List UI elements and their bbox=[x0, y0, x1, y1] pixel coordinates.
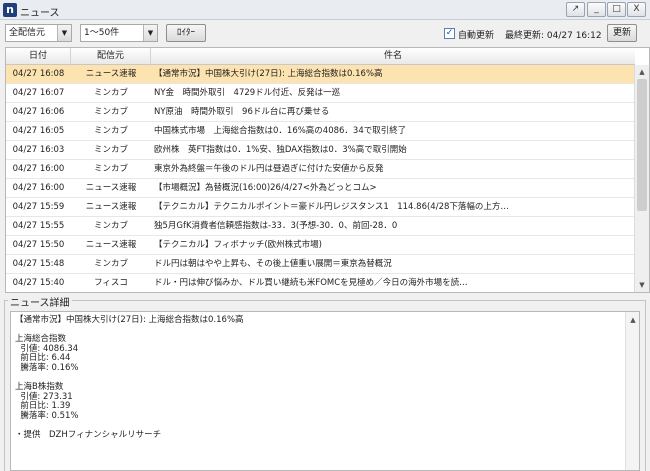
news-title: 東京外為終盤＝午後のドル円は昼過ぎに付けた安値から反発 bbox=[154, 164, 384, 174]
news-source: ニュース速報 bbox=[85, 240, 137, 250]
news-date: 04/27 15:50 bbox=[12, 240, 65, 250]
news-title: NY原油 時間外取引 96ドル台に再び乗せる bbox=[154, 107, 330, 117]
news-title: 独5月GfK消費者信頼感指数は-33．3(予想-30．0、前回-28．0 bbox=[154, 221, 398, 231]
chevron-down-icon[interactable]: ▼ bbox=[143, 25, 157, 41]
news-row[interactable]: 04/27 16:08 ニュース速報 【通常市況】中国株大引け(27日): 上海総合… bbox=[6, 65, 635, 84]
news-source: ミンカブ bbox=[93, 126, 128, 136]
detail-text[interactable]: 【通常市況】中国株大引け(27日): 上海総合指数は0.16%高 上海総合指数 … bbox=[15, 315, 620, 441]
grid-scrollbar[interactable]: ▲ ▼ bbox=[634, 65, 649, 292]
up-arrow-icon[interactable]: ▲ bbox=[636, 66, 648, 78]
news-source: ミンカブ bbox=[93, 88, 128, 98]
down-arrow-icon[interactable]: ▼ bbox=[636, 279, 648, 291]
news-date: 04/27 16:03 bbox=[12, 145, 65, 155]
filter-button[interactable]: ﾛｲﾀｰ bbox=[166, 24, 206, 42]
detail-legend: ニュース詳細 bbox=[8, 294, 72, 309]
news-date: 04/27 15:48 bbox=[12, 259, 65, 269]
news-row[interactable]: 04/27 15:50 ニュース速報 【テクニカル】フィボナッチ(欧州株式市場) bbox=[6, 236, 635, 255]
news-row[interactable]: 04/27 16:06 ミンカブ NY原油 時間外取引 96ドル台に再び乗せる bbox=[6, 103, 635, 122]
source-select[interactable]: 全配信元 ▼ bbox=[5, 24, 72, 42]
news-row[interactable]: 04/27 15:59 ニュース速報 【テクニカル】テクニカルポイント＝豪ドル円レジ… bbox=[6, 198, 635, 217]
news-row[interactable]: 04/27 16:05 ミンカブ 中国株式市場 上海総合指数は0．16%高の4086… bbox=[6, 122, 635, 141]
news-date: 04/27 16:07 bbox=[12, 88, 65, 98]
news-row[interactable]: 04/27 16:07 ミンカブ NY金 時間外取引 4729ドル付近、反発は一巡 bbox=[6, 84, 635, 103]
count-select[interactable]: 1～50件 ▼ bbox=[80, 24, 158, 42]
news-source: ニュース速報 bbox=[85, 69, 137, 79]
toolbar: 全配信元 ▼ 1～50件 ▼ ﾛｲﾀｰ ✓ 自動更新 最終更新: 04/27 1… bbox=[0, 21, 650, 45]
pin-button[interactable]: ↗ bbox=[566, 2, 585, 17]
news-title: ドル・円は伸び悩みか、ドル買い継続も米FOMCを見極め／今日の海外市場を読… bbox=[154, 278, 468, 288]
news-date: 04/27 16:00 bbox=[12, 183, 65, 193]
news-source: ニュース速報 bbox=[85, 183, 137, 193]
news-title: 【通常市況】中国株大引け(27日): 上海総合指数は0.16%高 bbox=[154, 69, 383, 79]
news-row[interactable]: 04/27 15:55 ミンカブ 独5月GfK消費者信頼感指数は-33．3(予想-3… bbox=[6, 217, 635, 236]
chevron-down-icon[interactable]: ▼ bbox=[57, 25, 71, 41]
news-rows: 04/27 16:08 ニュース速報 【通常市況】中国株大引け(27日): 上海総合… bbox=[6, 65, 635, 292]
news-source: フィスコ bbox=[94, 278, 128, 288]
news-title: 欧州株 英FT指数は0．1%安、独DAX指数は0．3%高で取引開始 bbox=[154, 145, 407, 155]
auto-update-label: 自動更新 bbox=[458, 31, 495, 41]
news-title: 中国株式市場 上海総合指数は0．16%高の4086．34で取引終了 bbox=[154, 126, 407, 136]
news-source: ミンカブ bbox=[93, 107, 128, 117]
news-row[interactable]: 04/27 16:00 ミンカブ 東京外為終盤＝午後のドル円は昼過ぎに付けた安値から… bbox=[6, 160, 635, 179]
column-header-date[interactable]: 日付 bbox=[6, 48, 71, 65]
news-date: 04/27 16:08 bbox=[12, 69, 65, 79]
news-source: ニュース速報 bbox=[85, 202, 137, 212]
source-select-value: 全配信元 bbox=[9, 28, 46, 38]
news-source: ミンカブ bbox=[93, 259, 128, 269]
minimize-button[interactable]: _ bbox=[587, 2, 606, 17]
news-date: 04/27 16:00 bbox=[12, 164, 65, 174]
news-title: 【テクニカル】フィボナッチ(欧州株式市場) bbox=[154, 240, 322, 250]
news-source: ミンカブ bbox=[93, 164, 128, 174]
column-header-source[interactable]: 配信元 bbox=[71, 48, 151, 65]
window-title: ニュース bbox=[20, 8, 60, 19]
news-title: ドル円は朝はやや上昇も、その後上値重い展開＝東京為替概況 bbox=[154, 259, 392, 269]
news-source: ミンカブ bbox=[93, 145, 128, 155]
app-logo-icon: n bbox=[3, 3, 17, 17]
update-button[interactable]: 更新 bbox=[607, 24, 637, 42]
news-row[interactable]: 04/27 16:03 ミンカブ 欧州株 英FT指数は0．1%安、独DAX指数は0．… bbox=[6, 141, 635, 160]
news-title: NY金 時間外取引 4729ドル付近、反発は一巡 bbox=[154, 88, 341, 98]
news-date: 04/27 16:06 bbox=[12, 107, 65, 117]
last-update-label: 最終更新: 04/27 16:12 bbox=[505, 31, 602, 41]
count-select-value: 1～50件 bbox=[84, 28, 120, 38]
news-date: 04/27 15:55 bbox=[12, 221, 65, 231]
close-button[interactable]: X bbox=[627, 2, 646, 17]
detail-scrollbar[interactable]: ▲ bbox=[625, 312, 639, 470]
news-row[interactable]: 04/27 15:40 フィスコ ドル・円は伸び悩みか、ドル買い継続も米FOMCを見… bbox=[6, 274, 635, 292]
detail-panel: 【通常市況】中国株大引け(27日): 上海総合指数は0.16%高 上海総合指数 … bbox=[10, 311, 640, 471]
news-row[interactable]: 04/27 16:00 ニュース速報 【市場概況】為替概況(16:00)26/4/2… bbox=[6, 179, 635, 198]
news-date: 04/27 15:59 bbox=[12, 202, 65, 212]
scrollbar-thumb[interactable] bbox=[637, 79, 647, 211]
news-date: 04/27 15:40 bbox=[12, 278, 65, 288]
news-title: 【テクニカル】テクニカルポイント＝豪ドル円レジスタンス1 114.86(4/28… bbox=[154, 202, 509, 212]
title-bar: n ニュース ↗ _ □ X bbox=[0, 0, 650, 20]
column-header-title[interactable]: 件名 bbox=[151, 48, 635, 65]
maximize-button[interactable]: □ bbox=[607, 2, 626, 17]
news-title: 【市場概況】為替概況(16:00)26/4/27<外為どっとコム> bbox=[154, 183, 377, 193]
news-row[interactable]: 04/27 15:48 ミンカブ ドル円は朝はやや上昇も、その後上値重い展開＝東京為… bbox=[6, 255, 635, 274]
up-arrow-icon[interactable]: ▲ bbox=[627, 314, 639, 326]
grid-header: 日付 配信元 件名 bbox=[6, 48, 635, 65]
news-date: 04/27 16:05 bbox=[12, 126, 65, 136]
news-grid: 日付 配信元 件名 04/27 16:08 ニュース速報 【通常市況】中国株大引け(… bbox=[5, 47, 650, 293]
auto-update-checkbox[interactable]: ✓ bbox=[444, 28, 455, 39]
news-source: ミンカブ bbox=[93, 221, 128, 231]
